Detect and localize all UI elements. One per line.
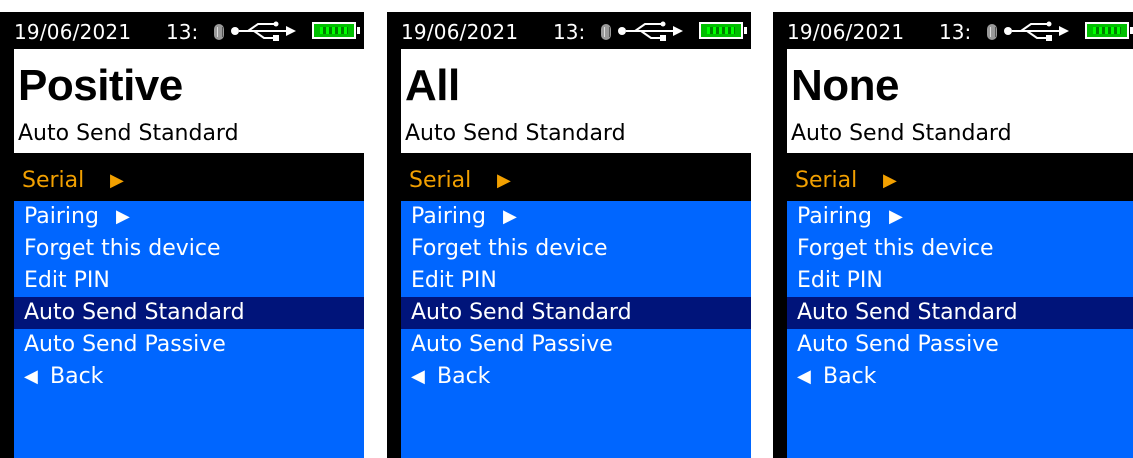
mode-header: Positive Auto Send Standard	[14, 49, 364, 153]
menu-item-label: Edit PIN	[24, 268, 110, 293]
menu-item-pairing[interactable]: Pairing ▶	[787, 201, 1133, 233]
menu-item-label: Forget this device	[411, 236, 608, 261]
arrow-left-icon: ◀	[797, 366, 811, 387]
menu-item-label: Auto Send Standard	[24, 300, 245, 325]
arrow-right-icon: ▶	[503, 206, 517, 227]
menu-item-label: Pairing	[24, 204, 99, 229]
status-time: 13:	[939, 20, 972, 44]
bluetooth-icon	[214, 24, 224, 40]
status-bar: 19/06/2021 13:	[773, 12, 1133, 49]
menu-item-label: Back	[50, 364, 104, 389]
menu-item-edit-pin[interactable]: Edit PIN	[14, 265, 364, 297]
arrow-left-icon: ◀	[24, 366, 38, 387]
menu-item-auto-send-standard[interactable]: Auto Send Standard	[401, 297, 751, 329]
arrow-right-icon: ▶	[889, 206, 903, 227]
menu-item-edit-pin[interactable]: Edit PIN	[401, 265, 751, 297]
menu-item-label: Auto Send Passive	[797, 332, 999, 357]
mode-subtitle: Auto Send Standard	[791, 121, 1012, 146]
menu-item-pairing[interactable]: Pairing ▶	[14, 201, 364, 233]
menu-item-auto-send-passive[interactable]: Auto Send Passive	[14, 329, 364, 361]
menu-item-pairing[interactable]: Pairing ▶	[401, 201, 751, 233]
mode-header: All Auto Send Standard	[401, 49, 751, 153]
menu-item-back[interactable]: ◀ Back	[401, 361, 751, 393]
submenu-label: Serial	[795, 168, 858, 193]
usb-icon	[231, 21, 296, 41]
battery-icon	[1085, 22, 1133, 39]
menu-item-auto-send-standard[interactable]: Auto Send Standard	[787, 297, 1133, 329]
menu-item-label: Auto Send Passive	[411, 332, 613, 357]
menu-item-label: Back	[437, 364, 491, 389]
menu-item-auto-send-passive[interactable]: Auto Send Passive	[401, 329, 751, 361]
arrow-right-icon: ▶	[497, 170, 511, 191]
status-date: 19/06/2021	[787, 20, 905, 44]
submenu-serial[interactable]: Serial ▶	[14, 163, 364, 201]
menu-item-auto-send-passive[interactable]: Auto Send Passive	[787, 329, 1133, 361]
submenu-serial[interactable]: Serial ▶	[401, 163, 751, 201]
usb-icon	[618, 21, 683, 41]
menu-item-back[interactable]: ◀ Back	[14, 361, 364, 393]
menu-item-label: Auto Send Passive	[24, 332, 226, 357]
status-bar: 19/06/2021 13:	[387, 12, 751, 49]
status-date: 19/06/2021	[14, 20, 132, 44]
mode-value: Positive	[18, 61, 183, 110]
menu-item-label: Edit PIN	[797, 268, 883, 293]
status-date: 19/06/2021	[401, 20, 519, 44]
submenu-label: Serial	[409, 168, 472, 193]
menu-item-label: Pairing	[411, 204, 486, 229]
mode-header: None Auto Send Standard	[787, 49, 1133, 153]
menu-item-label: Pairing	[797, 204, 872, 229]
arrow-left-icon: ◀	[411, 366, 425, 387]
menu-item-forget-device[interactable]: Forget this device	[787, 233, 1133, 265]
mode-value: None	[791, 61, 900, 110]
arrow-right-icon: ▶	[883, 170, 897, 191]
status-bar: 19/06/2021 13:	[0, 12, 364, 49]
menu-item-label: Forget this device	[24, 236, 221, 261]
menu-item-label: Edit PIN	[411, 268, 497, 293]
battery-icon	[312, 22, 360, 39]
status-time: 13:	[166, 20, 199, 44]
menu-item-forget-device[interactable]: Forget this device	[14, 233, 364, 265]
menu-item-label: Forget this device	[797, 236, 994, 261]
menu-item-back[interactable]: ◀ Back	[787, 361, 1133, 393]
device-screen-3: 19/06/2021 13: None Auto Send Standard S…	[773, 12, 1133, 458]
menu-item-auto-send-standard[interactable]: Auto Send Standard	[14, 297, 364, 329]
arrow-right-icon: ▶	[116, 206, 130, 227]
menu-item-label: Auto Send Standard	[797, 300, 1018, 325]
battery-icon	[699, 22, 747, 39]
settings-menu: Pairing ▶ Forget this device Edit PIN Au…	[401, 201, 751, 458]
mode-value: All	[405, 61, 460, 110]
menu-item-label: Back	[823, 364, 877, 389]
submenu-serial[interactable]: Serial ▶	[787, 163, 1133, 201]
mode-subtitle: Auto Send Standard	[18, 121, 239, 146]
arrow-right-icon: ▶	[110, 170, 124, 191]
status-time: 13:	[553, 20, 586, 44]
device-screen-2: 19/06/2021 13: All Auto Send Standard Se…	[387, 12, 751, 458]
usb-icon	[1004, 21, 1069, 41]
menu-item-label: Auto Send Standard	[411, 300, 632, 325]
mode-subtitle: Auto Send Standard	[405, 121, 626, 146]
settings-menu: Pairing ▶ Forget this device Edit PIN Au…	[14, 201, 364, 458]
bluetooth-icon	[987, 24, 997, 40]
menu-item-forget-device[interactable]: Forget this device	[401, 233, 751, 265]
submenu-label: Serial	[22, 168, 85, 193]
device-screen-1: 19/06/2021 13: Positive Auto Send Standa…	[0, 12, 364, 458]
settings-menu: Pairing ▶ Forget this device Edit PIN Au…	[787, 201, 1133, 458]
menu-item-edit-pin[interactable]: Edit PIN	[787, 265, 1133, 297]
bluetooth-icon	[601, 24, 611, 40]
